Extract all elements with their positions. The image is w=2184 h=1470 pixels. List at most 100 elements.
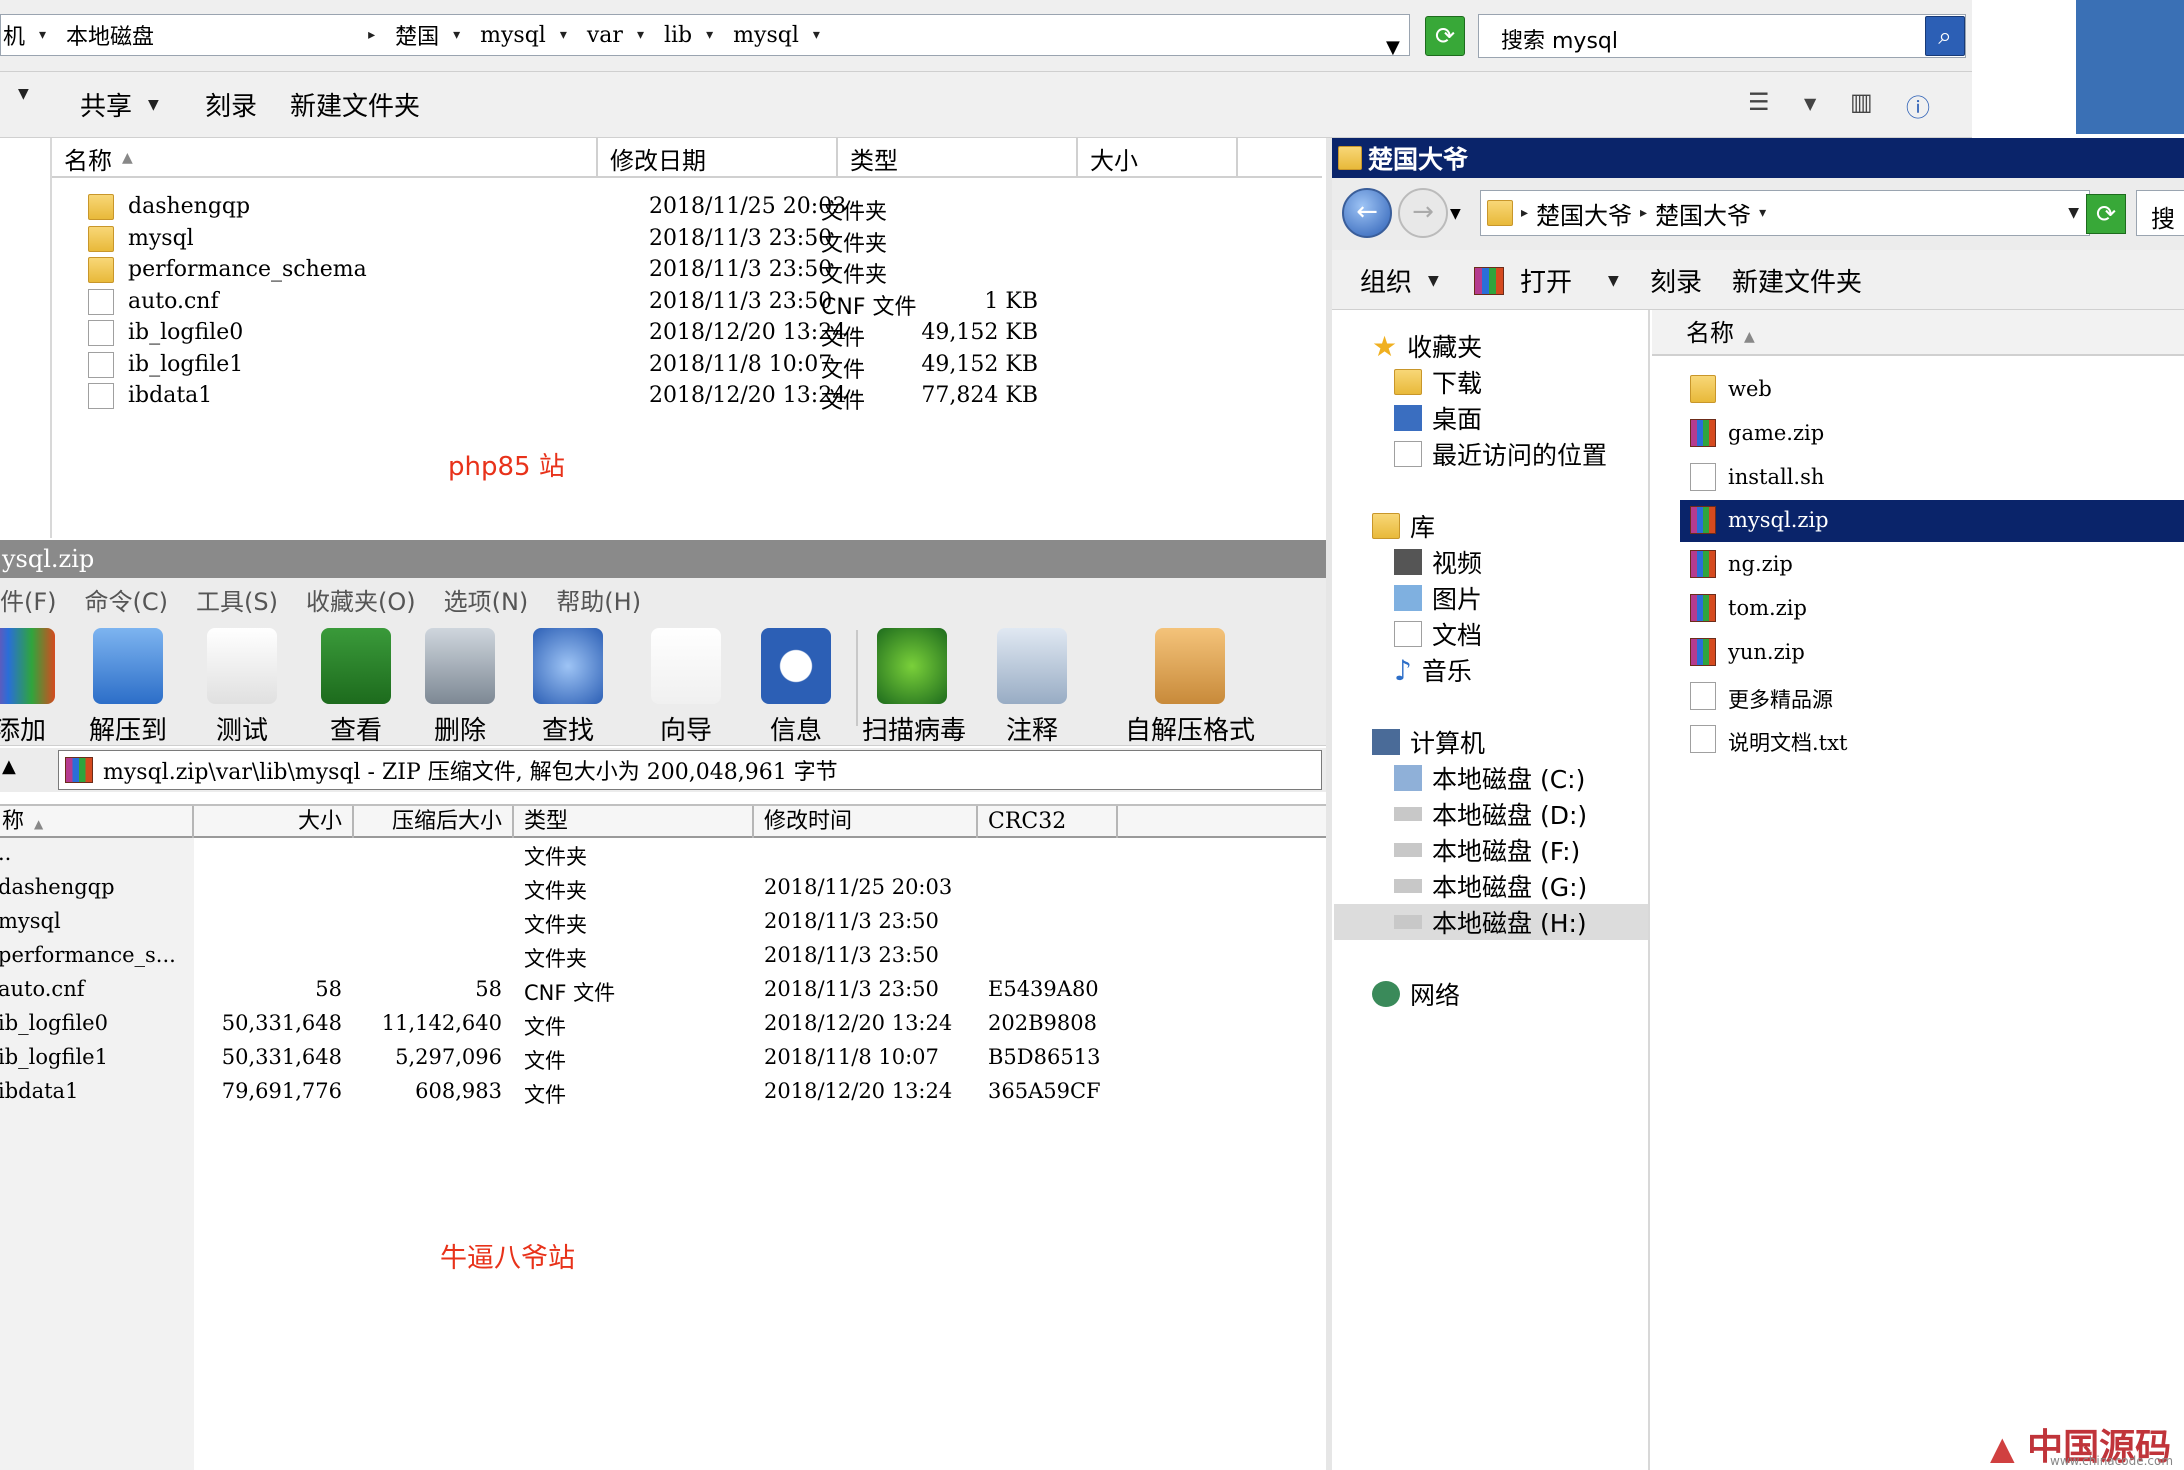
menu-item[interactable]: 帮助(H) xyxy=(556,582,641,617)
tool-button[interactable]: 查看 xyxy=(306,628,406,747)
file-row[interactable]: web xyxy=(1680,369,2184,411)
table-row[interactable]: ib_logfile1 50,331,648 5,297,096 文件 2018/11/… xyxy=(0,1042,1326,1076)
open-button[interactable]: 打开 ▼ xyxy=(1474,262,1619,299)
tool-button[interactable]: 注释 xyxy=(982,628,1082,747)
nav-computer[interactable]: 计算机 xyxy=(1372,724,1485,760)
nav-videos[interactable]: 视频 xyxy=(1394,544,1482,580)
tool-button[interactable]: 扫描病毒 xyxy=(862,628,966,747)
tool-button[interactable]: 信息 xyxy=(746,628,846,747)
column-packed[interactable]: 压缩后大小 xyxy=(354,806,514,838)
breadcrumb[interactable]: 机 ▾ 本地磁盘 ▸ 楚国 ▾ mysql ▾ var ▾ lib ▾ mysql ▾ ▼ xyxy=(0,14,1410,56)
table-row[interactable]: mysql 文件夹 2018/11/3 23:50 xyxy=(0,906,1326,940)
file-row[interactable]: 说明文档.txt xyxy=(1680,719,2184,761)
breadcrumb-item[interactable]: mysql ▾ xyxy=(480,23,567,48)
table-row[interactable]: ib_logfile0 50,331,648 11,142,640 文件 2018/12… xyxy=(0,1008,1326,1042)
burn-button[interactable]: 刻录 xyxy=(1650,262,1702,299)
nav-documents[interactable]: 文档 xyxy=(1394,616,1482,652)
chevron-down-icon[interactable]: ▾ xyxy=(813,27,820,43)
chevron-down-icon[interactable]: ▾ xyxy=(39,27,46,43)
nav-drive-d[interactable]: 本地磁盘 (D:) xyxy=(1394,796,1587,832)
chevron-right-icon[interactable]: ▸ xyxy=(1640,205,1647,221)
menu-item[interactable]: 命令(C) xyxy=(85,582,168,617)
breadcrumb-item[interactable]: 机 ▾ xyxy=(3,19,46,51)
column-crc[interactable]: CRC32 xyxy=(978,806,1118,838)
chevron-down-icon[interactable]: ▾ xyxy=(453,27,460,43)
tool-button[interactable]: 添加 xyxy=(0,628,70,747)
breadcrumb[interactable]: ▸ 楚国大爷 ▸ 楚国大爷 ▾ ▼ xyxy=(1480,190,2090,236)
breadcrumb-item[interactable]: mysql ▾ xyxy=(733,23,820,48)
column-type[interactable]: 类型 xyxy=(514,806,754,838)
menu-item[interactable]: 件(F) xyxy=(0,582,57,617)
chevron-down-icon[interactable]: ▾ xyxy=(706,27,713,43)
history-dropdown-icon[interactable]: ▼ xyxy=(2068,205,2079,221)
table-row[interactable]: ibdata1 79,691,776 608,983 文件 2018/12/20 13:… xyxy=(0,1076,1326,1110)
preview-pane-icon[interactable]: ▥ xyxy=(1850,88,1873,116)
table-row[interactable]: dashengqp 文件夹 2018/11/25 20:03 xyxy=(0,872,1326,906)
tool-button[interactable]: 解压到 xyxy=(78,628,178,747)
tool-button[interactable]: 删除 xyxy=(410,628,510,747)
chevron-down-icon[interactable]: ▸ xyxy=(368,27,375,43)
nav-pictures[interactable]: 图片 xyxy=(1394,580,1482,616)
view-options-icon[interactable]: ☰ xyxy=(1748,88,1770,116)
nav-favorites[interactable]: ★ 收藏夹 xyxy=(1372,328,1482,364)
file-row[interactable]: tom.zip xyxy=(1680,588,2184,630)
burn-button[interactable]: 刻录 xyxy=(205,86,257,123)
nav-desktop[interactable]: 桌面 xyxy=(1394,400,1482,436)
nav-network[interactable]: 网络 xyxy=(1372,976,1460,1012)
menu-item[interactable]: 工具(S) xyxy=(196,582,278,617)
share-button[interactable]: 共享 ▼ xyxy=(80,86,159,123)
refresh-icon[interactable]: ⟳ xyxy=(2086,194,2126,234)
column-date[interactable]: 修改日期 xyxy=(598,138,838,178)
history-dropdown-icon[interactable]: ▼ xyxy=(1386,37,1400,55)
nav-recent[interactable]: 最近访问的位置 xyxy=(1394,436,1607,472)
help-icon[interactable]: ⓘ xyxy=(1906,88,1930,123)
nav-downloads[interactable]: 下载 xyxy=(1394,364,1482,400)
up-arrow-icon[interactable]: ▲ xyxy=(2,756,16,777)
new-folder-button[interactable]: 新建文件夹 xyxy=(290,86,420,123)
nav-drive-f[interactable]: 本地磁盘 (F:) xyxy=(1394,832,1580,868)
breadcrumb-item[interactable]: 楚国大爷 xyxy=(1536,196,1632,231)
toolbar-dropdown[interactable]: ▼ xyxy=(0,86,29,102)
table-row[interactable]: auto.cnf 58 58 CNF 文件 2018/11/3 23:50 E5439A8… xyxy=(0,974,1326,1008)
tool-button[interactable]: 自解压格式 xyxy=(1110,628,1270,747)
column-size[interactable]: 大小 xyxy=(194,806,354,838)
breadcrumb-item[interactable]: 本地磁盘 ▸ xyxy=(66,19,375,51)
winrar-path[interactable]: mysql.zip\var\lib\mysql - ZIP 压缩文件, 解包大小… xyxy=(58,750,1322,790)
chevron-down-icon[interactable]: ▾ xyxy=(1759,205,1766,221)
breadcrumb-item[interactable]: 楚国大爷 xyxy=(1655,196,1751,231)
search-icon[interactable]: ⌕ xyxy=(1925,16,1965,56)
column-name[interactable]: 名称 ▲ xyxy=(52,138,598,178)
breadcrumb-item[interactable]: var ▾ xyxy=(587,23,644,48)
chevron-down-icon[interactable]: ▾ xyxy=(560,27,567,43)
column-size[interactable]: 大小 xyxy=(1078,138,1238,178)
search-input[interactable]: 搜索 mysql xyxy=(1478,14,1966,58)
forward-icon[interactable]: → xyxy=(1398,188,1448,238)
file-row[interactable]: ng.zip xyxy=(1680,544,2184,586)
file-row[interactable]: game.zip xyxy=(1680,413,2184,455)
chevron-down-icon[interactable]: ▼ xyxy=(1450,206,1461,222)
menu-item[interactable]: 选项(N) xyxy=(444,582,529,617)
column-modified[interactable]: 修改时间 xyxy=(754,806,978,838)
chevron-down-icon[interactable]: ▼ xyxy=(1804,94,1816,113)
nav-drive-c[interactable]: 本地磁盘 (C:) xyxy=(1394,760,1585,796)
tool-button[interactable]: 查找 xyxy=(518,628,618,747)
column-name[interactable]: 名称 ▲ xyxy=(1652,310,2184,356)
file-row[interactable]: ibdata1 2018/12/20 13:24 文件 77,824 KB xyxy=(88,377,1288,417)
nav-music[interactable]: ♪ 音乐 xyxy=(1394,652,1472,688)
file-row[interactable]: install.sh xyxy=(1680,457,2184,499)
chevron-right-icon[interactable]: ▸ xyxy=(1521,205,1528,221)
chevron-down-icon[interactable]: ▾ xyxy=(637,27,644,43)
nav-drive-h[interactable]: 本地磁盘 (H:) xyxy=(1334,904,1648,940)
table-row[interactable]: .. 文件夹 xyxy=(0,838,1326,872)
tool-button[interactable]: 测试 xyxy=(192,628,292,747)
new-folder-button[interactable]: 新建文件夹 xyxy=(1732,262,1862,299)
table-row[interactable]: performance_s... 文件夹 2018/11/3 23:50 xyxy=(0,940,1326,974)
breadcrumb-item[interactable]: lib ▾ xyxy=(664,23,713,48)
tool-button[interactable]: 向导 xyxy=(636,628,736,747)
nav-drive-g[interactable]: 本地磁盘 (G:) xyxy=(1394,868,1587,904)
column-type[interactable]: 类型 xyxy=(838,138,1078,178)
back-icon[interactable]: ← xyxy=(1342,188,1392,238)
nav-libraries[interactable]: 库 xyxy=(1372,508,1435,544)
column-name[interactable]: 称 ▲ xyxy=(0,806,194,838)
breadcrumb-item[interactable]: 楚国 ▾ xyxy=(395,19,460,51)
